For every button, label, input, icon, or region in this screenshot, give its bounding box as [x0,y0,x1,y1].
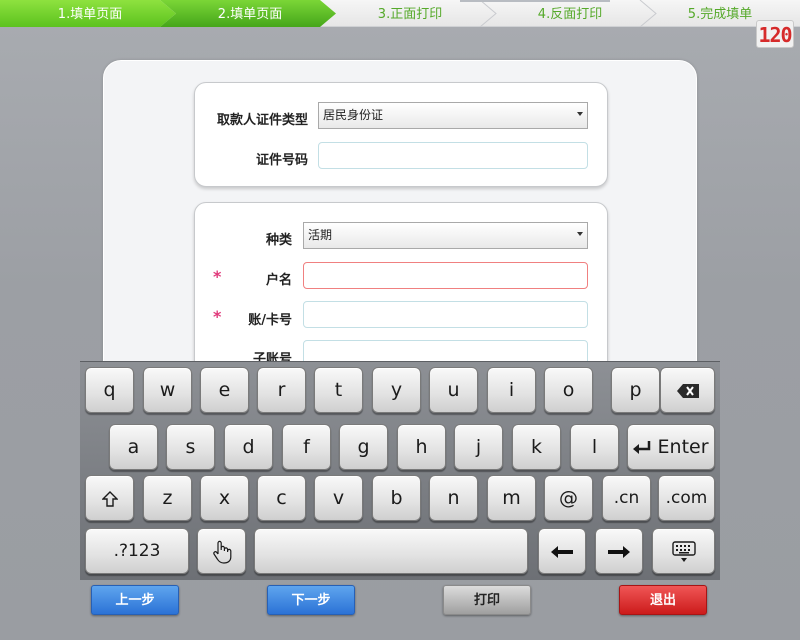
key-dot-cn[interactable]: .cn [602,475,651,521]
step-2: 2.填单页面 [217,7,283,22]
hide-keyboard-key[interactable] [652,528,715,574]
key-m[interactable]: m [487,475,536,521]
previous-step-button[interactable]: 上一步 [91,585,179,615]
key-y[interactable]: y [372,367,421,413]
exit-button[interactable]: 退出 [619,585,707,615]
hand-pointer-icon [212,540,231,564]
key-i[interactable]: i [487,367,536,413]
enter-arrow-icon [633,440,651,454]
next-step-button[interactable]: 下一步 [267,585,355,615]
arrow-left-icon [551,545,573,558]
key-d[interactable]: d [224,424,273,470]
key-c[interactable]: c [257,475,306,521]
key-u[interactable]: u [429,367,478,413]
key-n[interactable]: n [429,475,478,521]
key-j[interactable]: j [454,424,503,470]
account-name-input[interactable] [303,262,588,289]
step-3: 3.正面打印 [377,7,443,22]
backspace-key[interactable] [660,367,715,413]
key-f[interactable]: f [282,424,331,470]
key-s[interactable]: s [166,424,215,470]
key-p[interactable]: p [611,367,660,413]
id-type-value: 居民身份证 [323,108,384,122]
id-type-label: 取款人证件类型 [216,113,308,128]
step-1: 1.填单页面 [57,7,123,22]
key-at[interactable]: @ [544,475,593,521]
key-g[interactable]: g [339,424,388,470]
print-button[interactable]: 打印 [443,585,531,615]
countdown-timer: 120 [756,20,794,48]
shift-key[interactable] [85,475,134,521]
account-number-label: 账/卡号 [248,313,292,328]
key-dot-com[interactable]: .com [658,475,715,521]
shift-arrow-icon [100,490,119,507]
id-number-label: 证件号码 [255,153,308,168]
enter-key[interactable]: Enter [627,424,715,470]
type-select[interactable]: 活期 [303,222,588,249]
key-b[interactable]: b [372,475,421,521]
key-q[interactable]: q [85,367,134,413]
handwriting-key[interactable] [197,528,246,574]
space-key[interactable] [254,528,528,574]
on-screen-keyboard: q w e r t y u i o p a s d f g h j k l En… [80,361,720,580]
key-r[interactable]: r [257,367,306,413]
key-t[interactable]: t [314,367,363,413]
id-number-input[interactable] [318,142,588,169]
key-o[interactable]: o [544,367,593,413]
step-progress-bar: 1.填单页面 2.填单页面 3.正面打印 4.反面打印 5.完成填单 [0,0,800,27]
arrow-right-icon [608,545,630,558]
cursor-left-key[interactable] [538,528,586,574]
key-v[interactable]: v [314,475,363,521]
key-w[interactable]: w [143,367,192,413]
id-type-select[interactable]: 居民身份证 [318,102,588,129]
key-k[interactable]: k [512,424,561,470]
backspace-icon [676,383,699,398]
id-card-section: 取款人证件类型 居民身份证 证件号码 [194,82,608,187]
key-a[interactable]: a [109,424,158,470]
enter-key-label: Enter [657,436,709,458]
chevron-down-icon [577,232,583,236]
numbers-key[interactable]: .?123 [85,528,189,574]
form-panel: 取款人证件类型 居民身份证 证件号码 种类 活期 * 户名 * 账/卡号 子账号 [103,60,697,402]
type-value: 活期 [308,228,333,242]
cursor-right-key[interactable] [595,528,643,574]
key-h[interactable]: h [397,424,446,470]
key-x[interactable]: x [200,475,249,521]
step-4: 4.反面打印 [537,7,603,22]
key-l[interactable]: l [570,424,619,470]
key-z[interactable]: z [143,475,192,521]
chevron-down-icon [577,112,583,116]
key-e[interactable]: e [200,367,249,413]
account-name-label: 户名 [265,273,292,288]
account-number-input[interactable] [303,301,588,328]
keyboard-hide-icon [671,540,696,562]
type-label: 种类 [265,233,292,248]
